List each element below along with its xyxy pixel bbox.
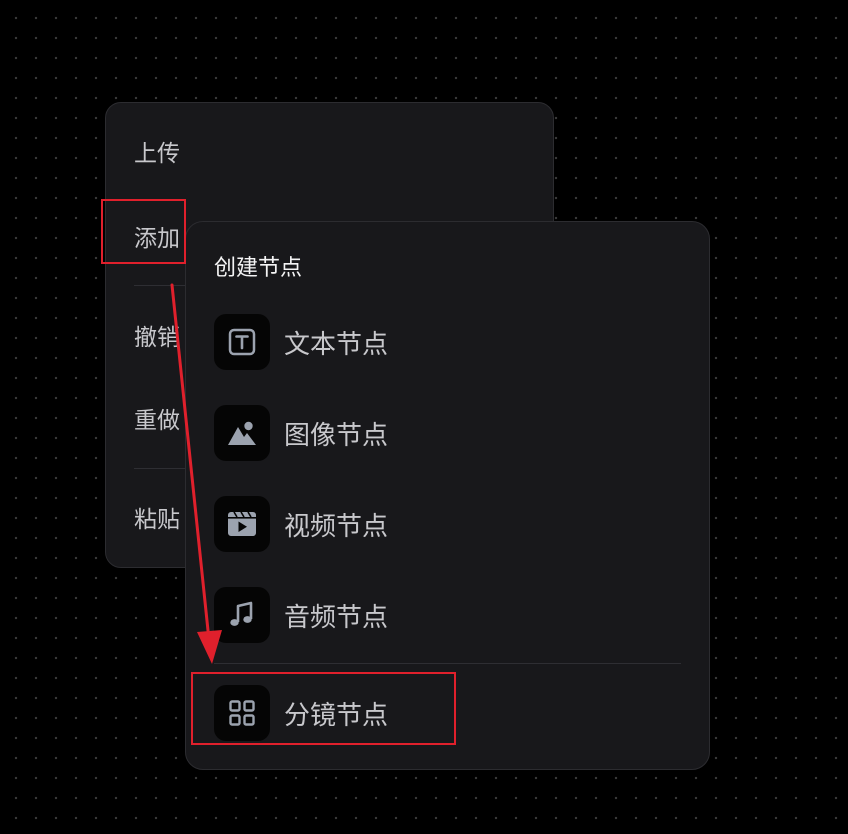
text-icon	[214, 314, 270, 370]
submenu-title: 创建节点	[214, 256, 303, 281]
menu-item-undo[interactable]: 撤销	[134, 323, 180, 353]
video-icon	[214, 496, 270, 552]
image-icon	[214, 405, 270, 461]
submenu-item-label: 视频节点	[284, 511, 389, 542]
submenu-item-label: 图像节点	[284, 420, 389, 451]
create-node-submenu: 创建节点 文本节点 图像节点 视频节点 音频节点 分镜节点	[185, 221, 710, 770]
menu-item-upload[interactable]: 上传	[134, 139, 180, 169]
submenu-item-video-node[interactable]: 视频节点	[214, 496, 654, 552]
grid-icon	[214, 685, 270, 741]
menu-item-redo[interactable]: 重做	[134, 406, 180, 436]
submenu-item-storyboard-node[interactable]: 分镜节点	[214, 685, 654, 741]
submenu-item-audio-node[interactable]: 音频节点	[214, 587, 654, 643]
submenu-item-label: 分镜节点	[284, 700, 389, 731]
submenu-divider	[214, 663, 681, 664]
submenu-item-label: 音频节点	[284, 602, 389, 633]
submenu-item-text-node[interactable]: 文本节点	[214, 314, 654, 370]
menu-item-paste[interactable]: 粘贴	[134, 505, 180, 535]
submenu-item-image-node[interactable]: 图像节点	[214, 405, 654, 461]
menu-item-add[interactable]: 添加	[134, 224, 180, 254]
music-icon	[214, 587, 270, 643]
submenu-item-label: 文本节点	[284, 329, 389, 360]
